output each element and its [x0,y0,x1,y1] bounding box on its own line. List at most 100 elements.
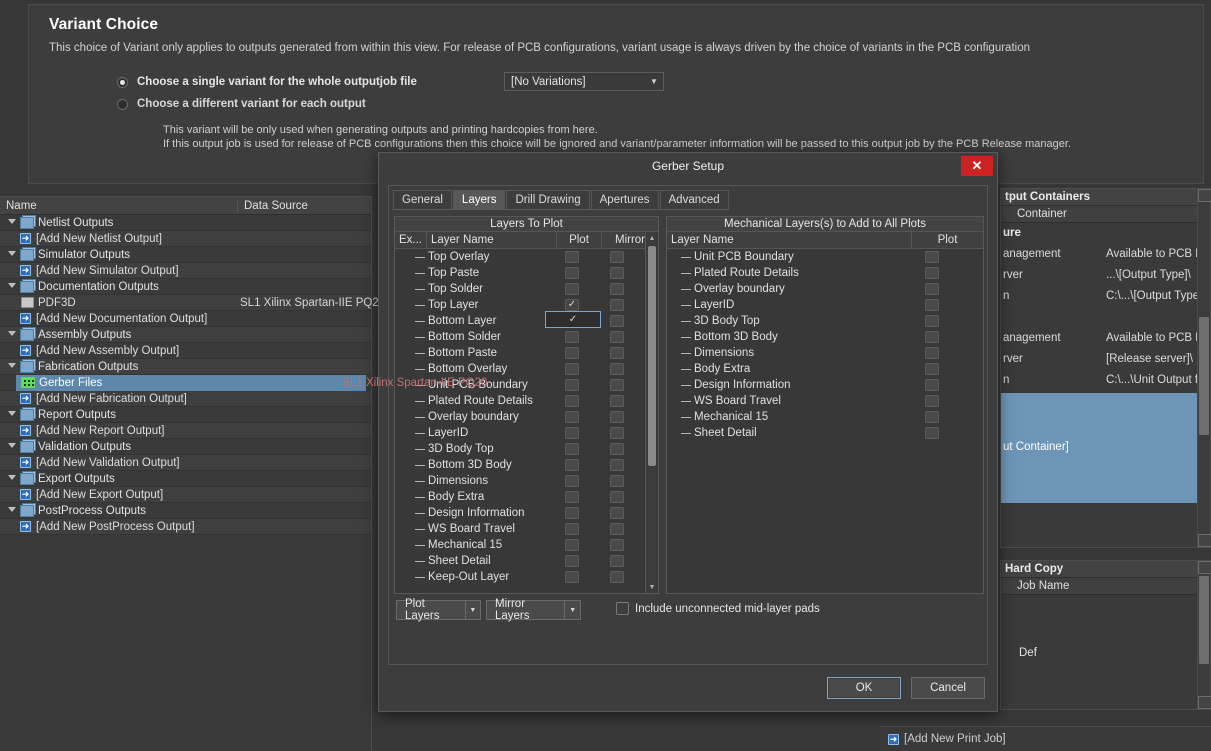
tree-row[interactable]: Assembly Outputs [0,327,371,343]
add-icon[interactable]: ➜ [888,733,899,745]
expand-collapse-icon[interactable] [8,506,17,515]
plot-checkbox[interactable] [565,475,579,487]
add-icon[interactable]: ➜ [20,457,31,468]
layers-to-plot-scrollbar[interactable]: ▲ ▼ [645,232,658,593]
container-row[interactable]: anagement Available to PCB Releas [1001,243,1210,264]
mechanical-layer-row[interactable]: Body Extra [667,361,983,377]
mirror-checkbox[interactable] [610,523,624,535]
mirror-checkbox[interactable] [610,315,624,327]
scroll-up-icon[interactable]: ▲ [646,232,658,244]
variant-select[interactable]: [No Variations] ▼ [504,72,664,91]
expand-collapse-icon[interactable] [8,250,17,259]
mirror-checkbox[interactable] [610,411,624,423]
plot-checkbox[interactable] [565,395,579,407]
mechanical-layer-row[interactable]: WS Board Travel [667,393,983,409]
radio-each-output[interactable]: Choose a different variant for each outp… [117,98,366,110]
plot-checkbox[interactable] [565,347,579,359]
plot-checkbox[interactable] [565,539,579,551]
mirror-checkbox[interactable] [610,539,624,551]
container-row[interactable]: ure [1001,223,1210,243]
container-row[interactable]: rver ...\[Output Type]\ [1001,264,1210,285]
scroll-down-icon[interactable]: ▼ [1198,696,1211,709]
include-unconnected-checkbox[interactable] [616,602,629,615]
expand-collapse-icon[interactable] [8,282,17,291]
tree-row[interactable]: ➜ [Add New Netlist Output] [0,231,371,247]
plot-checkbox[interactable]: ✓ [545,311,601,328]
layer-row[interactable]: Body Extra [395,489,658,505]
add-icon[interactable]: ➜ [20,425,31,436]
plot-checkbox[interactable] [925,411,939,423]
mechanical-layer-row[interactable]: Mechanical 15 [667,409,983,425]
scroll-up-icon[interactable]: ▲ [1198,189,1211,202]
tree-row[interactable]: ➜ [Add New Fabrication Output] [0,391,371,407]
chevron-down-icon[interactable]: ▼ [464,601,480,619]
add-icon[interactable]: ➜ [20,345,31,356]
plot-checkbox[interactable] [925,379,939,391]
ok-button[interactable]: OK [827,677,901,699]
layer-row[interactable]: Plated Route Details [395,393,658,409]
radio-single-variant[interactable]: Choose a single variant for the whole ou… [117,76,417,88]
plot-checkbox[interactable] [565,379,579,391]
add-icon[interactable]: ➜ [20,489,31,500]
expand-collapse-icon[interactable] [8,218,17,227]
plot-checkbox[interactable] [565,459,579,471]
tree-row[interactable]: ➜ [Add New Assembly Output] [0,343,371,359]
mechanical-layer-row[interactable]: 3D Body Top [667,313,983,329]
tree-row[interactable]: ➜ [Add New Report Output] [0,423,371,439]
add-icon[interactable]: ➜ [20,521,31,532]
plot-checkbox[interactable] [565,411,579,423]
plot-checkbox[interactable] [925,395,939,407]
container-row[interactable]: n C:\...\[Output Type]\ [1001,285,1210,306]
tree-row[interactable]: PostProcess Outputs [0,503,371,519]
output-containers-scrollbar[interactable]: ▲ ▼ [1197,189,1211,547]
mirror-checkbox[interactable] [610,299,624,311]
layer-row[interactable]: Bottom Solder [395,329,658,345]
tree-row[interactable]: Export Outputs [0,471,371,487]
layer-row[interactable]: 3D Body Top [395,441,658,457]
mechanical-layer-row[interactable]: Overlay boundary [667,281,983,297]
mechanical-layer-row[interactable]: Sheet Detail [667,425,983,441]
layer-row[interactable]: Mechanical 15 [395,537,658,553]
scroll-thumb[interactable] [648,246,656,466]
chevron-down-icon[interactable]: ▼ [645,73,663,90]
mirror-checkbox[interactable] [610,491,624,503]
plot-checkbox[interactable] [925,347,939,359]
radio-each-output-icon[interactable] [117,98,128,110]
tree-row[interactable]: PDF3D SL1 Xilinx Spartan-IIE PQ20 [0,295,385,311]
layer-row[interactable]: WS Board Travel [395,521,658,537]
mechanical-layer-row[interactable]: Dimensions [667,345,983,361]
plot-checkbox[interactable] [925,251,939,263]
layer-row[interactable]: Overlay boundary [395,409,658,425]
scroll-down-icon[interactable]: ▼ [646,581,658,593]
mechanical-layer-row[interactable]: Bottom 3D Body [667,329,983,345]
layer-row[interactable]: Keep-Out Layer [395,569,658,585]
plot-checkbox[interactable] [925,299,939,311]
tree-row[interactable]: Validation Outputs [0,439,371,455]
tab-general[interactable]: General [393,190,452,209]
layer-row[interactable]: Top Overlay [395,249,658,265]
layer-row[interactable]: Bottom Layer ✓ [395,311,658,329]
mechanical-layer-row[interactable]: Unit PCB Boundary [667,249,983,265]
container-row[interactable]: n C:\...\Unit Output files\ [1001,369,1210,390]
chevron-down-icon[interactable]: ▼ [564,601,580,619]
layer-row[interactable]: Bottom Overlay [395,361,658,377]
selected-output-container[interactable]: ut Container] [1001,393,1197,503]
cancel-button[interactable]: Cancel [911,677,985,699]
tree-row[interactable]: Simulator Outputs [0,247,371,263]
plot-checkbox[interactable] [925,283,939,295]
expand-collapse-icon[interactable] [8,410,17,419]
plot-layers-button[interactable]: Plot Layers ▼ [396,598,481,622]
plot-checkbox[interactable] [565,363,579,375]
hard-copy-scrollbar[interactable]: ▲ ▼ [1197,561,1211,709]
mirror-checkbox[interactable] [610,331,624,343]
container-row[interactable]: anagement Available to PCB Releas [1001,327,1210,348]
mirror-checkbox[interactable] [610,443,624,455]
add-icon[interactable]: ➜ [20,265,31,276]
tree-row[interactable]: Gerber Files SL1 Xilinx Spartan-IIE PQ20 [0,375,487,391]
layer-row[interactable]: Top Paste [395,265,658,281]
mirror-checkbox[interactable] [610,475,624,487]
add-icon[interactable]: ➜ [20,313,31,324]
plot-checkbox[interactable] [565,427,579,439]
plot-checkbox[interactable] [565,507,579,519]
expand-collapse-icon[interactable] [8,442,17,451]
